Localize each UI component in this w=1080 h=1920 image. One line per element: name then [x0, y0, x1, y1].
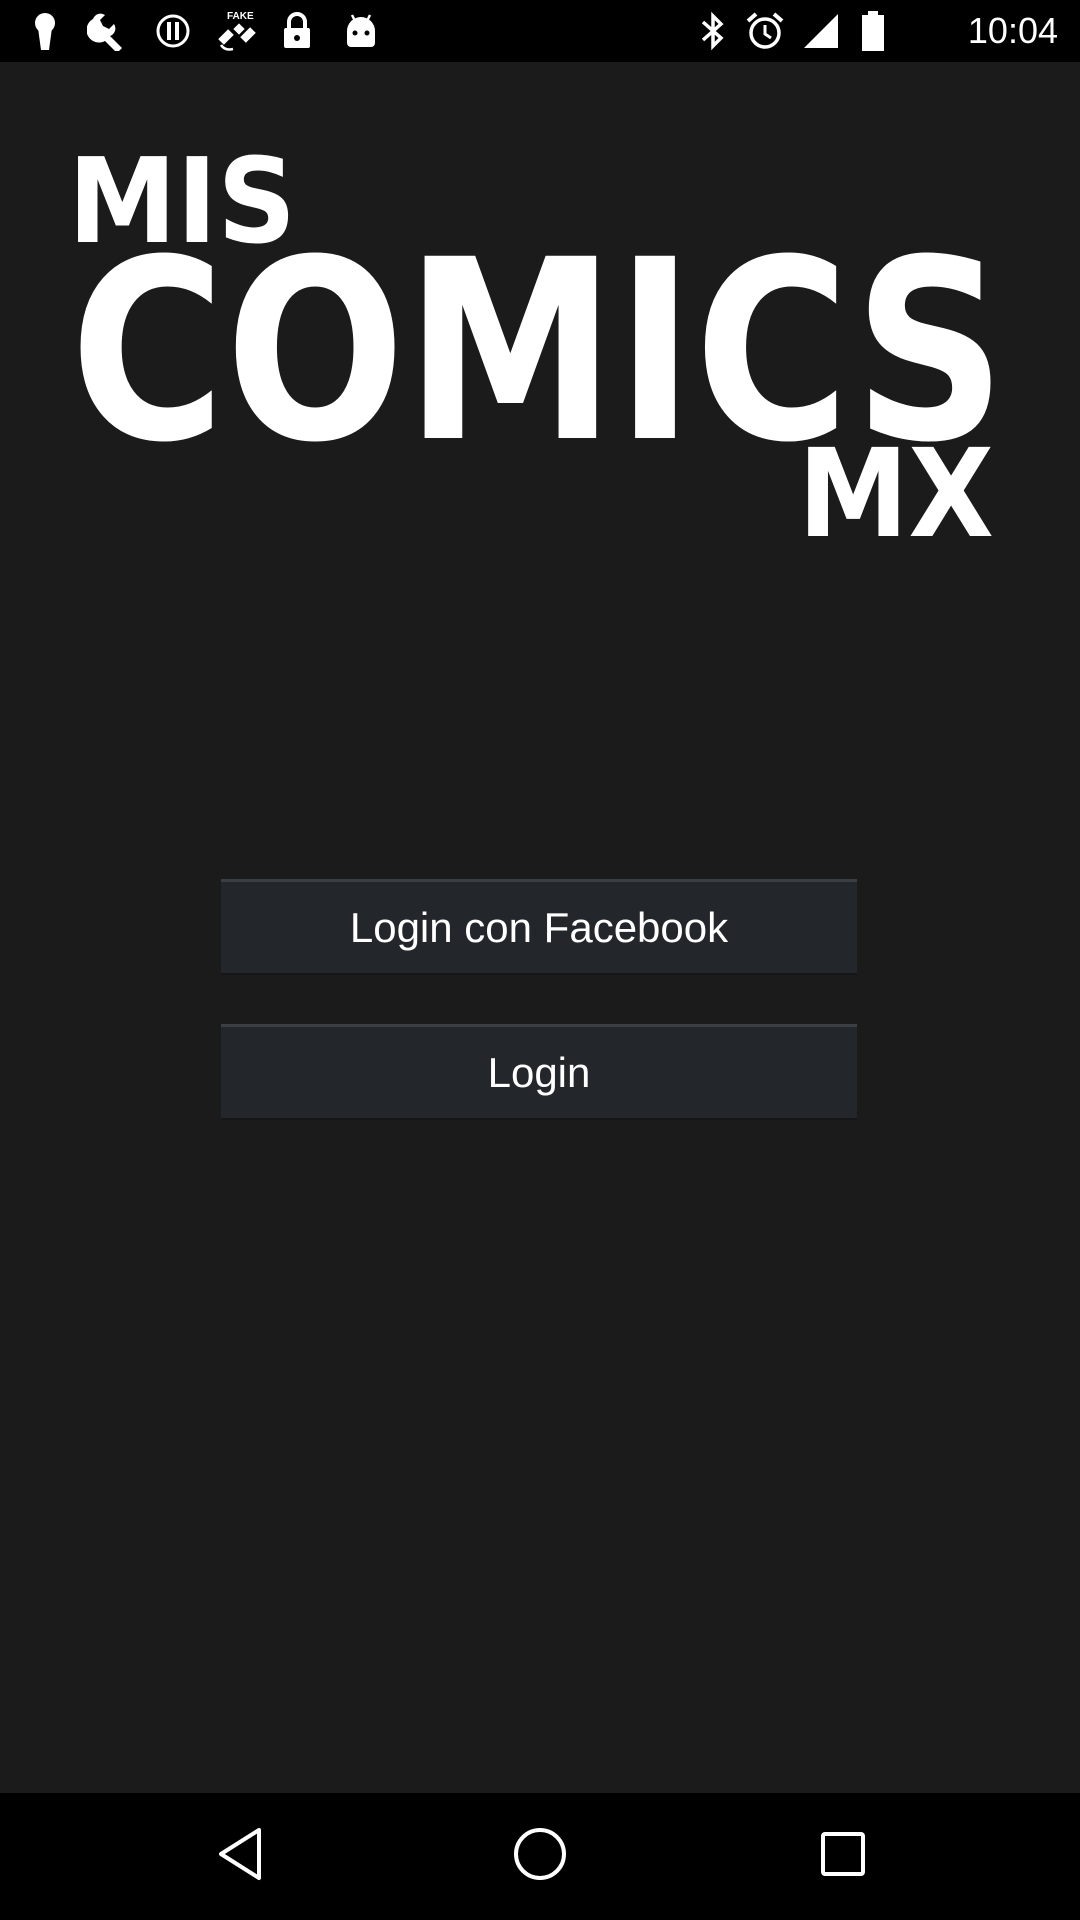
mis-comics-mx-logo: MIS COMICS MX — [68, 132, 1006, 565]
login-label: Login — [487, 1048, 591, 1096]
home-button[interactable] — [480, 1811, 600, 1901]
recents-button[interactable] — [783, 1811, 903, 1901]
screen: FAKE 10:04 MIS COMICS MX Login con Faceb… — [0, 0, 1080, 1920]
login-facebook-button[interactable]: Login con Facebook — [221, 879, 857, 975]
wrench-icon — [86, 10, 128, 52]
bluetooth-icon — [692, 10, 734, 52]
login-facebook-label: Login con Facebook — [349, 903, 729, 951]
android-icon — [340, 10, 382, 52]
navigation-bar — [0, 1793, 1080, 1920]
home-icon — [512, 1826, 568, 1886]
keyhole-icon — [24, 10, 66, 52]
back-button[interactable] — [180, 1811, 300, 1901]
clock-time: 10:04 — [967, 10, 1058, 51]
status-bar: FAKE 10:04 — [0, 0, 1080, 62]
recents-icon — [819, 1830, 867, 1882]
satellite-fake-gps-icon: FAKE — [212, 10, 262, 52]
fake-label: FAKE — [227, 11, 254, 22]
lock-icon — [276, 10, 318, 52]
battery-icon — [852, 10, 894, 52]
login-button[interactable]: Login — [221, 1024, 857, 1120]
signal-icon — [800, 10, 842, 52]
alert-icon — [152, 10, 194, 52]
app-content: MIS COMICS MX Login con Facebook Login — [0, 62, 1080, 1793]
alarm-icon — [744, 10, 786, 52]
logo-line-mx: MX — [798, 423, 994, 565]
back-icon — [215, 1826, 265, 1886]
